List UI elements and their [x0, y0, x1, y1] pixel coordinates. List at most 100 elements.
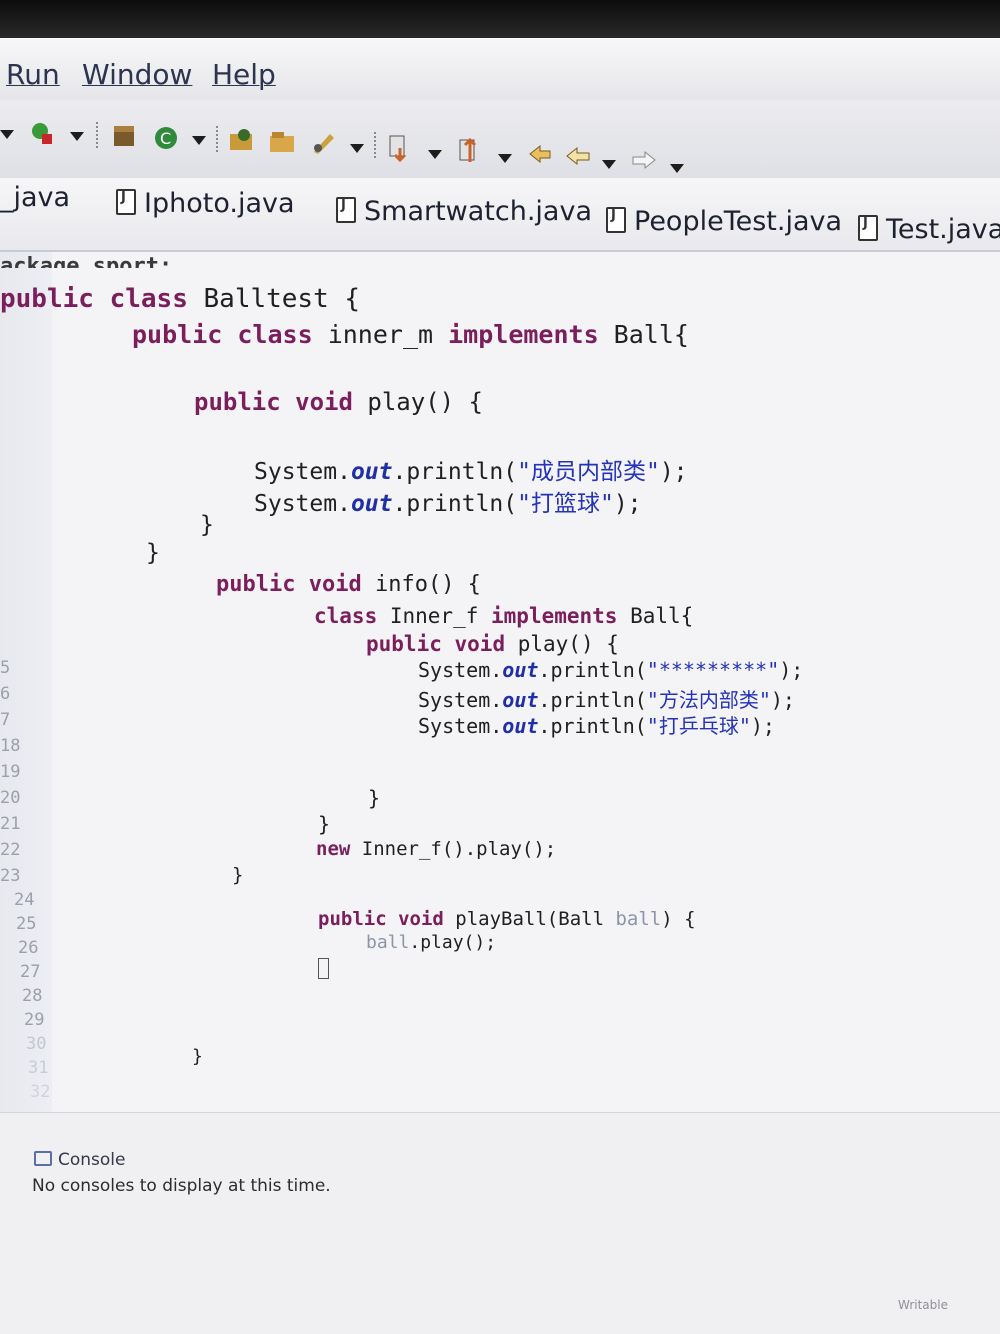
code-line[interactable]: new Inner_f().play();	[316, 838, 556, 860]
code-keyword: void	[308, 572, 362, 597]
menu-window[interactable]: Window	[82, 58, 192, 91]
svg-text:C: C	[160, 129, 171, 148]
code-line[interactable]: System.out.println("成员内部类");	[254, 452, 688, 486]
line-number: 27	[20, 962, 41, 982]
code-keyword: new	[316, 838, 351, 860]
tab-smartwatch[interactable]: Smartwatch.java	[336, 196, 592, 227]
package-icon[interactable]	[110, 122, 138, 150]
code-keyword: class	[237, 320, 313, 349]
toolbar-separator	[96, 122, 101, 148]
code-keyword: public	[0, 284, 94, 314]
tab-label: Iphoto.java	[144, 188, 295, 219]
code-text: playBall(Ball	[443, 908, 616, 930]
code-line[interactable]: System.out.println("打乒乓球");	[418, 710, 775, 739]
code-line[interactable]: public class Balltest {	[0, 284, 360, 314]
code-keyword: class	[314, 604, 378, 628]
code-line[interactable]: public class inner_m implements Ball{	[132, 320, 689, 349]
code-line[interactable]: class Inner_f implements Ball{	[314, 604, 693, 628]
dropdown-arrow-icon[interactable]	[498, 154, 512, 163]
tab-java-partial[interactable]: _java	[0, 182, 70, 213]
line-number: 25	[16, 914, 37, 934]
code-line[interactable]: public void play() {	[366, 632, 619, 656]
code-keyword: class	[109, 284, 188, 314]
code-line[interactable]: System.out.println("方法内部类");	[418, 684, 795, 713]
menu-help[interactable]: Help	[212, 58, 276, 91]
line-number: 7	[0, 710, 11, 730]
line-number: 20	[0, 788, 21, 808]
java-file-icon	[606, 207, 626, 233]
java-file-icon	[858, 215, 878, 241]
text-cursor	[318, 958, 329, 981]
line-number: 18	[0, 736, 21, 756]
code-text: System.	[418, 658, 503, 682]
code-text: info() {	[361, 572, 481, 597]
code-brace: }	[232, 864, 244, 886]
code-line[interactable]: public void play() {	[194, 388, 483, 416]
next-annotation-icon[interactable]	[386, 134, 414, 162]
dropdown-arrow-icon[interactable]	[428, 150, 442, 159]
code-field: out	[502, 688, 539, 712]
forward-icon[interactable]	[630, 146, 658, 174]
dropdown-arrow-icon[interactable]	[192, 136, 206, 145]
code-brace: }	[318, 812, 331, 836]
status-writable: Writable	[898, 1298, 948, 1312]
code-text: Ball{	[617, 604, 694, 628]
code-text: .println(	[392, 491, 518, 517]
tab-peopletest[interactable]: PeopleTest.java	[606, 206, 842, 237]
eclipse-window: Run Window Help C _java J Iphoto.java J …	[0, 38, 1000, 1334]
debug-icon[interactable]	[28, 120, 56, 148]
dropdown-arrow-icon[interactable]	[602, 160, 616, 169]
dropdown-arrow-icon[interactable]	[350, 144, 364, 153]
code-parameter: ball	[366, 932, 410, 953]
console-tab-label: Console	[58, 1150, 126, 1170]
code-text: System.	[418, 688, 503, 712]
new-class-icon[interactable]: C	[152, 124, 180, 152]
dropdown-arrow-icon[interactable]	[0, 130, 14, 139]
code-text: .println(	[538, 658, 647, 682]
back-icon[interactable]	[564, 142, 592, 170]
code-keyword: public	[132, 320, 223, 349]
console-icon	[34, 1151, 52, 1166]
line-number: 22	[0, 840, 21, 860]
code-keyword: void	[454, 632, 506, 656]
console-message: No consoles to display at this time.	[32, 1176, 331, 1196]
tab-iphoto[interactable]: Iphoto.java	[116, 188, 295, 219]
tab-test[interactable]: Test.java	[858, 214, 1000, 245]
open-type-icon[interactable]	[228, 126, 256, 154]
dropdown-arrow-icon[interactable]	[70, 132, 84, 141]
code-text: .println(	[538, 714, 647, 738]
dropdown-arrow-icon[interactable]	[670, 164, 684, 173]
code-text: Inner_f	[377, 604, 492, 628]
code-text: );	[779, 658, 804, 682]
code-keyword: public	[366, 632, 442, 656]
console-tab[interactable]: Console	[34, 1150, 126, 1170]
line-number: 5	[0, 658, 11, 678]
code-line[interactable]: public void info() {	[216, 572, 481, 597]
code-keyword: void	[398, 908, 444, 930]
code-text: play() {	[505, 632, 619, 656]
open-folder-icon[interactable]	[268, 128, 296, 156]
search-pen-icon[interactable]	[310, 128, 338, 156]
code-string: "方法内部类"	[646, 688, 771, 712]
code-text: );	[770, 688, 795, 712]
code-field: out	[350, 459, 393, 485]
editor-tab-bar: _java Iphoto.java Smartwatch.java People…	[0, 178, 1000, 252]
previous-annotation-icon[interactable]	[456, 136, 484, 164]
last-edit-location-icon[interactable]	[526, 140, 554, 168]
code-field: out	[502, 658, 539, 682]
line-number: 31	[28, 1058, 49, 1078]
code-keyword: void	[295, 388, 353, 416]
code-line[interactable]: ball.play();	[366, 932, 496, 953]
code-keyword: public	[194, 388, 281, 416]
code-line[interactable]: public void playBall(Ball ball) {	[318, 908, 696, 930]
code-line[interactable]: System.out.println("打篮球");	[254, 484, 642, 518]
code-editor[interactable]	[0, 252, 1000, 1112]
code-line[interactable]: System.out.println("*********");	[418, 658, 803, 682]
code-keyword: implements	[448, 320, 599, 349]
code-text: System.	[254, 459, 351, 485]
code-text: Ball{	[598, 320, 689, 349]
toolbar: C	[0, 100, 1000, 179]
menu-run[interactable]: Run	[6, 58, 60, 91]
code-text: inner_m	[312, 320, 449, 349]
java-file-icon	[336, 197, 356, 223]
